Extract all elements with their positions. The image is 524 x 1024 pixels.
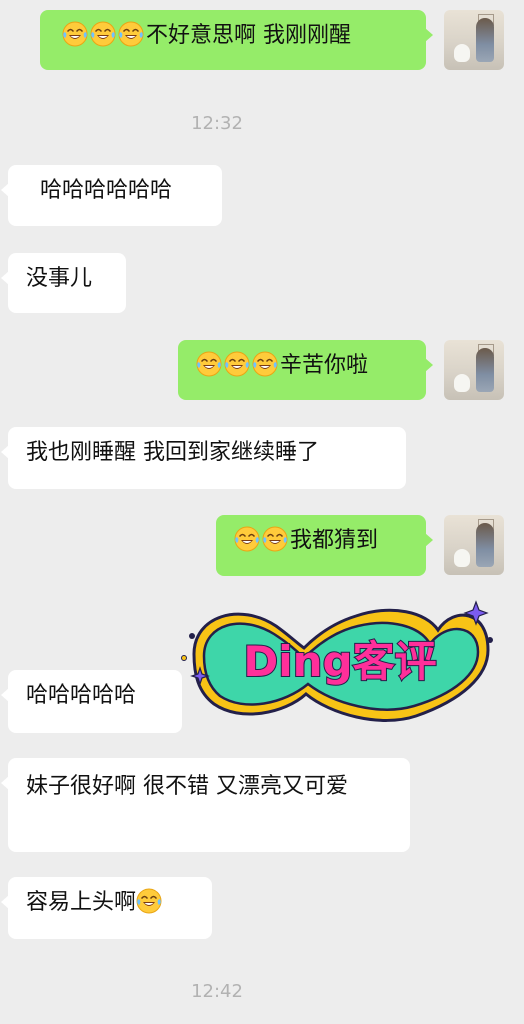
message-text: 辛苦你啦 [280,353,369,378]
message-text: 没事儿 [26,266,93,291]
laughing-crying-face-icon [118,21,144,47]
avatar-cat [454,549,470,567]
avatar-cat [454,374,470,392]
avatar-person [476,348,494,392]
incoming-message-bubble[interactable]: 没事儿 [1,253,126,313]
message-text: 哈哈哈哈哈 [26,683,137,708]
laughing-crying-face-icon [90,21,116,47]
avatar-person [476,523,494,567]
avatar-person [476,18,494,62]
ding-keping-watermark-sticker: Ding客评 [181,600,493,722]
incoming-message-bubble[interactable]: 哈哈哈哈哈 [1,670,182,733]
laughing-crying-face-icon [262,526,288,552]
outgoing-message-bubble[interactable]: 辛苦你啦 [178,340,433,400]
laughing-crying-face-icon [136,888,162,914]
message-text: 我都猜到 [290,528,379,553]
laughing-crying-face-icon [62,21,88,47]
message-text: 我也刚睡醒 我回到家继续睡了 [26,440,319,465]
outgoing-message-bubble[interactable]: 我都猜到 [216,515,433,576]
incoming-message-bubble[interactable]: 妹子很好啊 很不错 又漂亮又可爱 [1,758,410,852]
incoming-message-bubble[interactable]: 我也刚睡醒 我回到家继续睡了 [1,427,406,489]
dot-decoration [189,633,195,639]
laughing-crying-face-icon [252,351,278,377]
message-text: 容易上头啊 [26,890,137,915]
sticker-text: Ding客评 [243,637,436,686]
laughing-crying-face-icon [234,526,260,552]
dot-decoration [181,655,187,661]
user-avatar[interactable] [444,515,504,575]
message-text: 不好意思啊 我刚刚醒 [146,23,351,48]
dot-decoration [487,637,493,643]
message-text: 妹子很好啊 很不错 又漂亮又可爱 [26,774,348,799]
message-text: 哈哈哈哈哈哈 [40,178,173,203]
avatar-cat [454,44,470,62]
laughing-crying-face-icon [224,351,250,377]
incoming-message-bubble[interactable]: 哈哈哈哈哈哈 [1,165,222,226]
timestamp: 12:32 [191,113,243,134]
outgoing-message-bubble[interactable]: 不好意思啊 我刚刚醒 [40,10,433,70]
incoming-message-bubble[interactable]: 容易上头啊 [1,877,212,939]
timestamp: 12:42 [191,981,243,1002]
user-avatar[interactable] [444,340,504,400]
user-avatar[interactable] [444,10,504,70]
laughing-crying-face-icon [196,351,222,377]
